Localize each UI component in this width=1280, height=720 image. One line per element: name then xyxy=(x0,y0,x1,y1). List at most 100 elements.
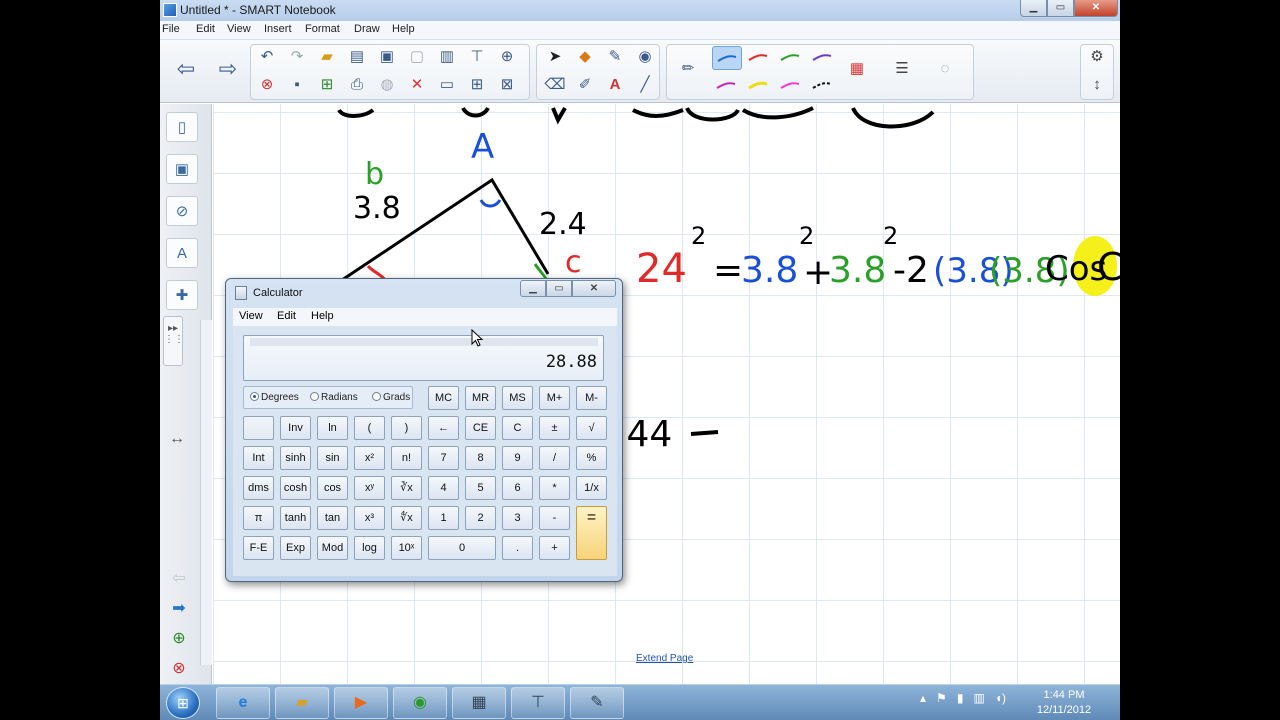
pen-style-pink[interactable] xyxy=(776,74,806,98)
system-clock[interactable]: 1:44 PM 12/11/2012 xyxy=(1018,688,1110,718)
key-r0c8[interactable]: ± xyxy=(539,416,570,440)
properties-tab-icon[interactable]: A xyxy=(166,238,198,268)
calculator-maximize-button[interactable]: ▭ xyxy=(546,280,572,297)
key-mminus[interactable]: M- xyxy=(576,386,607,410)
vertical-scrollbar[interactable] xyxy=(200,320,212,665)
extend-page-link[interactable]: Extend Page xyxy=(636,653,693,664)
pen-style-blue[interactable] xyxy=(712,46,742,70)
key-r2c4[interactable]: ∛x xyxy=(391,476,422,500)
key-decimal[interactable]: . xyxy=(502,536,533,560)
file-explorer-taskbar-icon[interactable]: ▰ xyxy=(275,687,329,719)
next-page-icon[interactable]: ⇨ xyxy=(216,58,240,82)
collapse-sidebar-icon[interactable]: ▸▸ ⋮⋮ xyxy=(163,316,184,366)
menu-help[interactable]: Help xyxy=(392,23,415,35)
key-r2c9[interactable]: 1/x xyxy=(576,476,607,500)
paste-icon[interactable]: ▢ xyxy=(405,46,429,70)
radians-radio[interactable]: Radians xyxy=(310,392,358,403)
pen-style-red[interactable] xyxy=(744,46,774,70)
network-icon[interactable]: ▥ xyxy=(973,691,984,705)
full-screen-icon[interactable]: ▭ xyxy=(435,74,459,98)
key-r1c4[interactable]: n! xyxy=(391,446,422,470)
table-icon[interactable]: ⊞ xyxy=(465,74,489,98)
fill-icon[interactable]: ◉ xyxy=(633,46,657,70)
key-blank[interactable] xyxy=(243,416,274,440)
key-r3c5[interactable]: 1 xyxy=(428,506,459,530)
calculator-menu-view[interactable]: View xyxy=(239,310,263,322)
key-r3c4[interactable]: ∜x xyxy=(391,506,422,530)
transparency-icon[interactable]: ◌ xyxy=(933,58,957,82)
key-r4c0[interactable]: F-E xyxy=(243,536,274,560)
menu-view[interactable]: View xyxy=(227,23,251,35)
volume-icon[interactable]: ◖) xyxy=(995,691,1006,705)
addons-tab-icon[interactable]: ✚ xyxy=(166,280,198,310)
eraser-icon[interactable]: ⌫ xyxy=(543,74,567,98)
delete-page-icon[interactable]: ⊗ xyxy=(255,74,279,98)
minimize-button[interactable]: ▁ xyxy=(1020,0,1047,17)
save-icon[interactable]: ▪ xyxy=(285,74,309,98)
key-r4c4[interactable]: 10ˣ xyxy=(391,536,422,560)
key-r1c5[interactable]: 7 xyxy=(428,446,459,470)
key-r1c8[interactable]: / xyxy=(539,446,570,470)
redo-icon[interactable]: ↷ xyxy=(285,46,309,70)
key-r0c9[interactable]: √ xyxy=(576,416,607,440)
key-ms[interactable]: MS xyxy=(502,386,533,410)
pen-icon[interactable]: ✏ xyxy=(676,58,700,82)
key-r3c1[interactable]: tanh xyxy=(280,506,311,530)
gear-icon[interactable]: ⚙ xyxy=(1085,46,1109,70)
key-r3c6[interactable]: 2 xyxy=(465,506,496,530)
line-icon[interactable]: ╱ xyxy=(633,74,657,98)
move-toolbar-icon[interactable]: ↕ xyxy=(1085,74,1109,98)
key-r2c6[interactable]: 5 xyxy=(465,476,496,500)
key-mr[interactable]: MR xyxy=(465,386,496,410)
open-folder-icon[interactable]: ▰ xyxy=(315,46,339,70)
key-zero[interactable]: 0 xyxy=(428,536,496,560)
key-r2c3[interactable]: xʸ xyxy=(354,476,385,500)
degrees-radio[interactable]: Degrees xyxy=(250,392,299,403)
key-mplus[interactable]: M+ xyxy=(539,386,570,410)
key-r3c3[interactable]: x³ xyxy=(354,506,385,530)
key-r2c8[interactable]: * xyxy=(539,476,570,500)
select-arrow-icon[interactable]: ➤ xyxy=(543,46,567,70)
menu-draw[interactable]: Draw xyxy=(354,23,380,35)
pen-style-green[interactable] xyxy=(776,46,806,70)
shapes-icon[interactable]: ◆ xyxy=(573,46,597,70)
action-center-flag-icon[interactable]: ⚑ xyxy=(936,691,947,705)
key-r1c1[interactable]: sinh xyxy=(280,446,311,470)
key-r4c1[interactable]: Exp xyxy=(280,536,311,560)
grads-radio[interactable]: Grads xyxy=(372,392,410,403)
key-r1c2[interactable]: sin xyxy=(317,446,348,470)
print-icon[interactable]: ⎙ xyxy=(345,74,369,98)
key-r2c0[interactable]: dms xyxy=(243,476,274,500)
screen-shade-icon[interactable]: ◍ xyxy=(375,74,399,98)
previous-page-icon[interactable]: ⇦ xyxy=(174,58,198,82)
key-r0c3[interactable]: ( xyxy=(354,416,385,440)
key-r4c2[interactable]: Mod xyxy=(317,536,348,560)
chrome-taskbar-icon[interactable]: ◉ xyxy=(393,687,447,719)
key-r0c1[interactable]: Inv xyxy=(280,416,311,440)
key-r2c1[interactable]: cosh xyxy=(280,476,311,500)
key-r1c9[interactable]: % xyxy=(576,446,607,470)
calculator-menu-edit[interactable]: Edit xyxy=(277,310,296,322)
delete-icon[interactable]: ✕ xyxy=(405,74,429,98)
key-r0c2[interactable]: ln xyxy=(317,416,348,440)
key-r0c4[interactable]: ) xyxy=(391,416,422,440)
forward-arrow-icon[interactable]: ➡ xyxy=(164,598,194,618)
document-camera-icon[interactable]: ⊤ xyxy=(465,46,489,70)
insert-image-icon[interactable]: ▥ xyxy=(435,46,459,70)
eraser-pen-icon[interactable]: ✎ xyxy=(603,46,627,70)
key-r0c7[interactable]: C xyxy=(502,416,533,440)
pen-style-black-dashed[interactable] xyxy=(808,74,838,98)
pen-style-yellow[interactable] xyxy=(744,74,774,98)
page-sorter-tab-icon[interactable]: ▯ xyxy=(166,112,198,142)
start-button[interactable]: ⊞ xyxy=(166,687,200,719)
maximize-button[interactable]: ▭ xyxy=(1047,0,1074,17)
key-r0c5[interactable]: ← xyxy=(428,416,459,440)
gallery-tab-icon[interactable]: ▣ xyxy=(166,154,198,184)
internet-explorer-taskbar-icon[interactable]: e xyxy=(216,687,270,719)
creative-pen-icon[interactable]: ✐ xyxy=(573,74,597,98)
key-r1c3[interactable]: x² xyxy=(354,446,385,470)
pen-style-magenta[interactable] xyxy=(712,74,742,98)
key-equals[interactable]: = xyxy=(576,506,607,560)
key-r1c7[interactable]: 9 xyxy=(502,446,533,470)
calculator-taskbar-icon[interactable]: ▦ xyxy=(452,687,506,719)
